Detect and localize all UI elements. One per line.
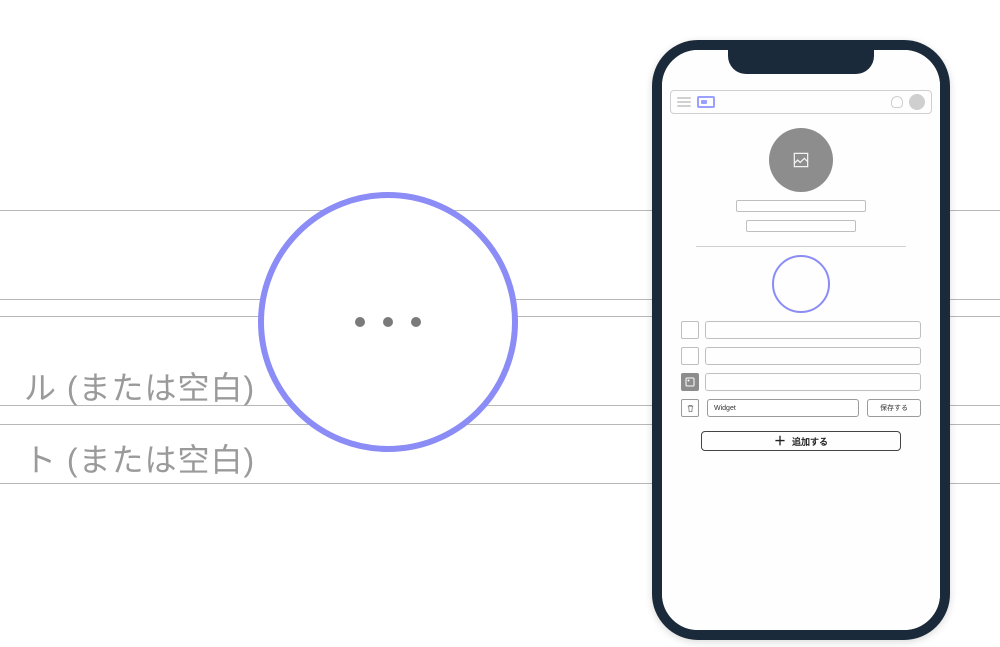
profile-avatar[interactable]: [769, 128, 833, 192]
tag-label: Widget: [714, 405, 736, 412]
app-header: [670, 90, 932, 114]
save-label: 保存する: [880, 403, 908, 413]
icon-picker[interactable]: [681, 373, 699, 391]
loader-dot: [411, 317, 421, 327]
placeholder-row-2: ト (または空白): [24, 435, 255, 481]
phone-notch: [728, 48, 874, 74]
loader-dot: [355, 317, 365, 327]
placeholder-row-1: ル (または空白): [24, 363, 255, 409]
field-row-3: [681, 373, 921, 391]
phone-screen: Widget 保存する ＋ 追加する: [662, 50, 940, 630]
section-divider: [696, 246, 906, 247]
app-logo[interactable]: [697, 96, 715, 108]
tag-pill[interactable]: Widget: [707, 399, 859, 417]
name-input[interactable]: [736, 200, 866, 212]
field-row-2: [681, 347, 921, 365]
plus-icon: ＋: [774, 435, 786, 447]
delete-button[interactable]: [681, 399, 699, 417]
field-row-1: [681, 321, 921, 339]
loading-indicator: [258, 192, 518, 452]
phone-mockup: Widget 保存する ＋ 追加する: [652, 40, 950, 640]
subtitle-input[interactable]: [746, 220, 856, 232]
add-label: 追加する: [792, 435, 828, 448]
menu-icon[interactable]: [677, 97, 691, 107]
save-button[interactable]: 保存する: [867, 399, 921, 417]
avatar-icon[interactable]: [909, 94, 925, 110]
text-input[interactable]: [705, 373, 921, 391]
loader-dot: [383, 317, 393, 327]
text-input[interactable]: [705, 321, 921, 339]
checkbox[interactable]: [681, 321, 699, 339]
action-row: Widget 保存する: [681, 399, 921, 417]
bell-icon[interactable]: [891, 96, 903, 108]
mini-loading-indicator: [772, 255, 830, 313]
text-input[interactable]: [705, 347, 921, 365]
image-icon: [791, 150, 811, 170]
checkbox[interactable]: [681, 347, 699, 365]
add-button[interactable]: ＋ 追加する: [701, 431, 901, 451]
